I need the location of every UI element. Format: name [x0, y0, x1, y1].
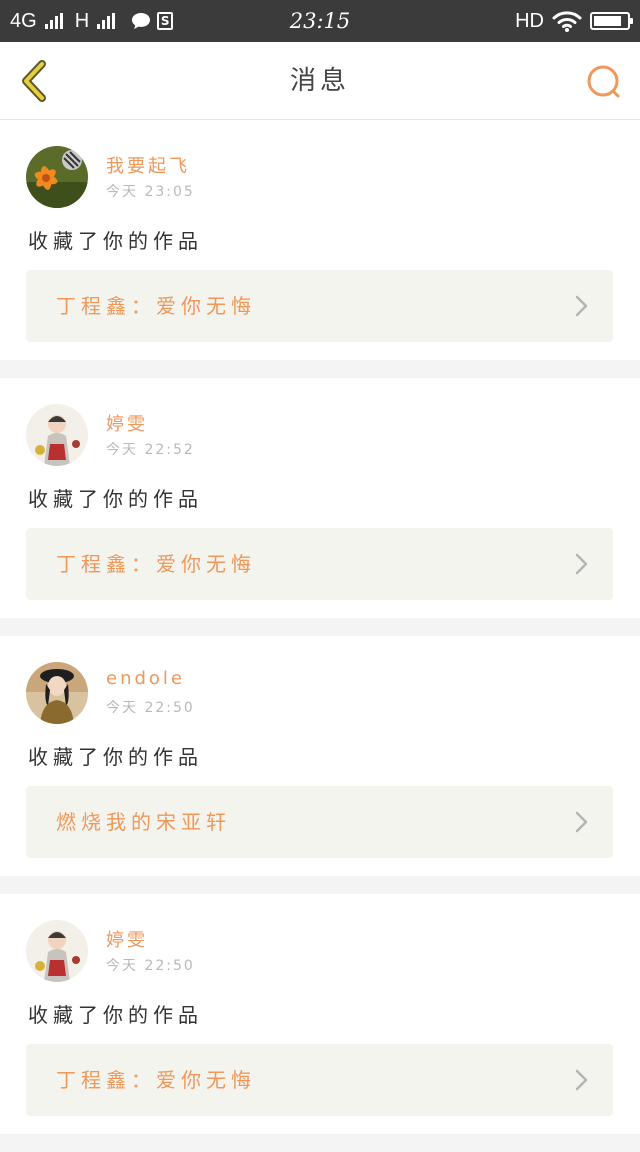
work-title: 丁程鑫：爱你无悔: [56, 552, 256, 576]
hd-label: HD: [515, 9, 544, 32]
work-link[interactable]: 丁程鑫：爱你无悔: [26, 270, 613, 342]
work-link[interactable]: 丁程鑫：爱你无悔: [26, 528, 613, 600]
timestamp: 今天 22:50: [106, 958, 195, 974]
work-link[interactable]: 丁程鑫：爱你无悔: [26, 1044, 613, 1116]
message-card: 我要起飞 今天 23:05 收藏了你的作品 丁程鑫：爱你无悔: [0, 120, 640, 360]
user-name[interactable]: 婷雯: [106, 410, 148, 436]
chevron-right-icon: [575, 553, 588, 575]
wifi-icon: [552, 11, 582, 32]
work-title: 丁程鑫：爱你无悔: [56, 294, 256, 318]
battery-icon: [590, 12, 633, 30]
status-right: HD: [515, 0, 633, 42]
nav-bar: 消息: [0, 42, 640, 120]
work-title: 燃烧我的宋亚轩: [56, 810, 231, 834]
timestamp: 今天 22:52: [106, 442, 195, 458]
message-card: endole 今天 22:50 收藏了你的作品 燃烧我的宋亚轩: [0, 636, 640, 876]
action-text: 收藏了你的作品: [28, 229, 203, 253]
user-name[interactable]: 婷雯: [106, 926, 148, 952]
status-bar: 4G H S 23:15 HD: [0, 0, 640, 42]
chevron-right-icon: [575, 811, 588, 833]
user-name[interactable]: 我要起飞: [106, 152, 190, 178]
user-name[interactable]: endole: [106, 668, 185, 689]
avatar[interactable]: [26, 146, 88, 208]
action-text: 收藏了你的作品: [28, 487, 203, 511]
chevron-right-icon: [575, 1069, 588, 1091]
message-card: 婷雯 今天 22:52 收藏了你的作品 丁程鑫：爱你无悔: [0, 378, 640, 618]
work-link[interactable]: 燃烧我的宋亚轩: [26, 786, 613, 858]
search-icon[interactable]: [584, 62, 624, 102]
action-text: 收藏了你的作品: [28, 1003, 203, 1027]
timestamp: 今天 22:50: [106, 700, 195, 716]
timestamp: 今天 23:05: [106, 184, 195, 200]
avatar[interactable]: [26, 920, 88, 982]
battery-level: [594, 16, 622, 26]
message-card: 婷雯 今天 22:50 收藏了你的作品 丁程鑫：爱你无悔: [0, 894, 640, 1134]
page-title: 消息: [289, 66, 350, 96]
message-list: 我要起飞 今天 23:05 收藏了你的作品 丁程鑫：爱你无悔 婷雯 今天 22:…: [0, 120, 640, 1152]
action-text: 收藏了你的作品: [28, 745, 203, 769]
chevron-right-icon: [575, 295, 588, 317]
avatar[interactable]: [26, 662, 88, 724]
work-title: 丁程鑫：爱你无悔: [56, 1068, 256, 1092]
avatar[interactable]: [26, 404, 88, 466]
